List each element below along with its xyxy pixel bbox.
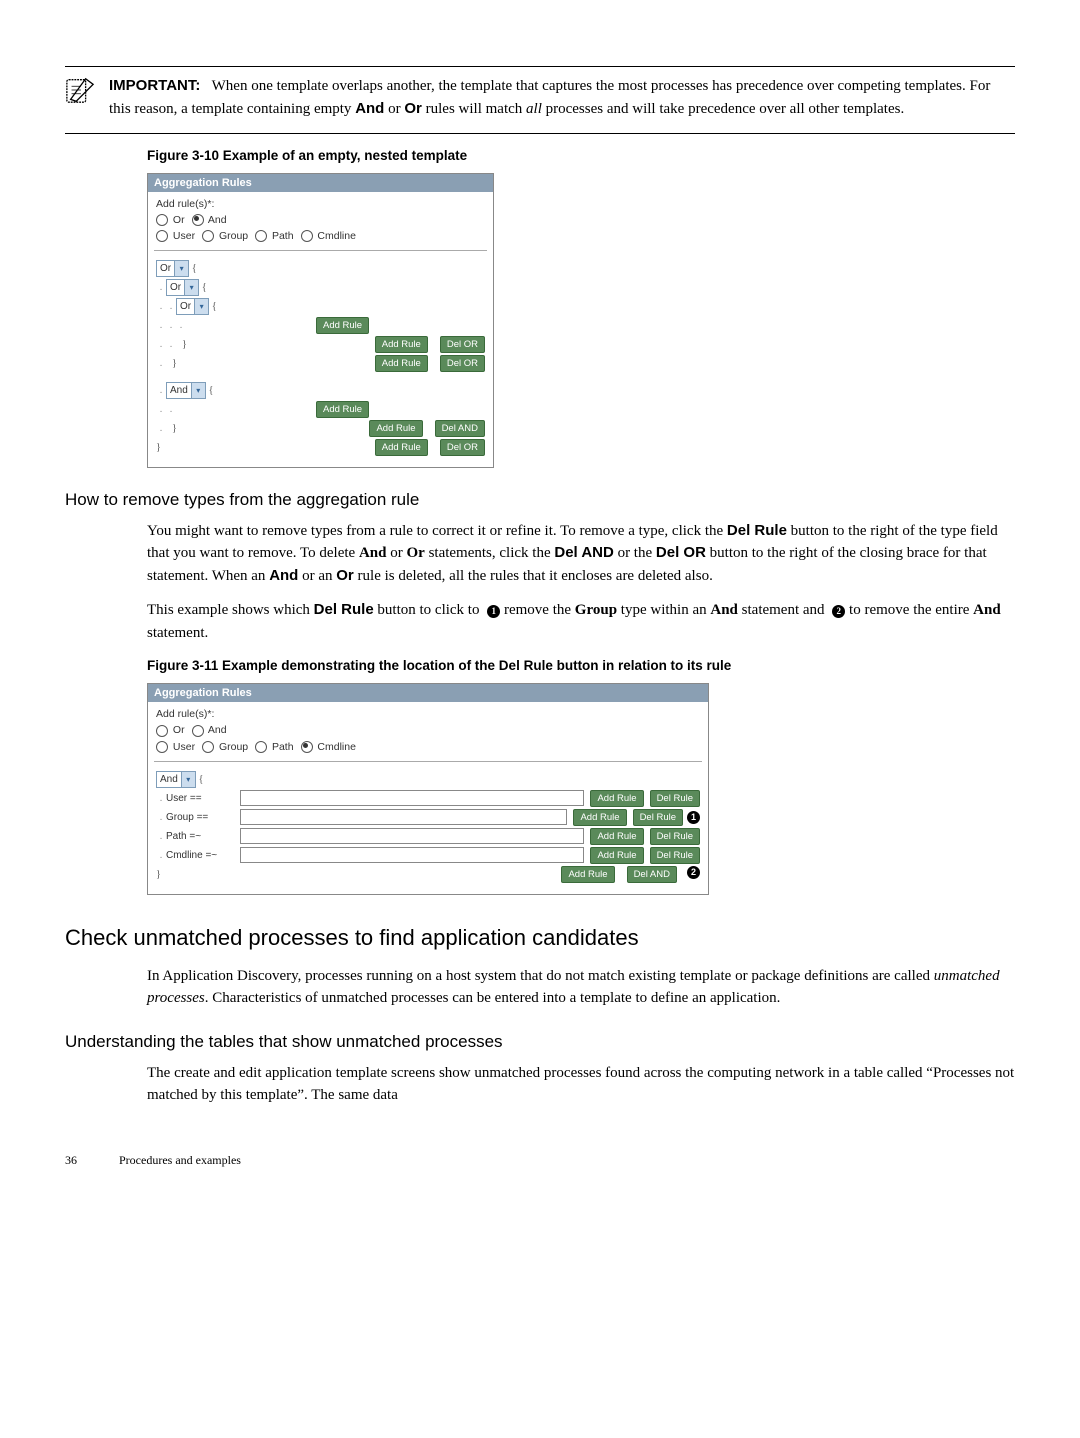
group-input[interactable] — [240, 809, 567, 825]
figure-3-10-panel: Aggregation Rules Add rule(s)*: Or And U… — [147, 173, 494, 468]
radio-group[interactable] — [202, 741, 214, 753]
figure-3-11-panel: Aggregation Rules Add rule(s)*: Or And U… — [147, 683, 709, 894]
important-icon — [65, 75, 95, 110]
add-rule-button[interactable]: Add Rule — [590, 790, 643, 807]
radio-path[interactable] — [255, 230, 267, 242]
del-rule-button[interactable]: Del Rule — [633, 809, 683, 826]
del-or-button[interactable]: Del OR — [440, 336, 485, 353]
select-and[interactable]: And▾ — [166, 382, 206, 399]
para-remove-types-1: You might want to remove types from a ru… — [147, 520, 1015, 588]
add-rules-label: Add rule(s)*: — [156, 198, 485, 210]
del-rule-button[interactable]: Del Rule — [650, 847, 700, 864]
select-or-2[interactable]: Or▾ — [166, 279, 199, 296]
radio-cmdline[interactable] — [301, 230, 313, 242]
del-rule-button[interactable]: Del Rule — [650, 828, 700, 845]
chevron-down-icon[interactable]: ▾ — [194, 299, 208, 314]
del-and-button[interactable]: Del AND — [435, 420, 485, 437]
radio-path[interactable] — [255, 741, 267, 753]
page-number: 36 — [65, 1153, 119, 1168]
chevron-down-icon[interactable]: ▾ — [184, 280, 198, 295]
radio-user[interactable] — [156, 230, 168, 242]
add-rule-button[interactable]: Add Rule — [316, 401, 369, 418]
panel-title: Aggregation Rules — [148, 684, 708, 702]
radio-or[interactable] — [156, 725, 168, 737]
select-or-1[interactable]: Or▾ — [156, 260, 189, 277]
add-rule-button[interactable]: Add Rule — [375, 439, 428, 456]
callout-1-icon: 1 — [487, 605, 500, 618]
cmdline-input[interactable] — [240, 847, 584, 863]
add-rule-button[interactable]: Add Rule — [590, 828, 643, 845]
chevron-down-icon[interactable]: ▾ — [191, 383, 205, 398]
section-heading-understanding-tables: Understanding the tables that show unmat… — [65, 1032, 1015, 1052]
add-rule-button[interactable]: Add Rule — [316, 317, 369, 334]
callout-2-icon: 2 — [687, 866, 700, 879]
panel-title: Aggregation Rules — [148, 174, 493, 192]
radio-or[interactable] — [156, 214, 168, 226]
select-or-3[interactable]: Or▾ — [176, 298, 209, 315]
para-remove-types-2: This example shows which Del Rule button… — [147, 599, 1015, 644]
add-rule-button[interactable]: Add Rule — [375, 336, 428, 353]
del-and-button[interactable]: Del AND — [627, 866, 677, 883]
section-heading-remove-types: How to remove types from the aggregation… — [65, 490, 1015, 510]
radio-and[interactable] — [192, 725, 204, 737]
rule-group-label: Group == — [166, 812, 236, 823]
rule-user-label: User == — [166, 793, 236, 804]
radio-group[interactable] — [202, 230, 214, 242]
para-understanding-tables: The create and edit application template… — [147, 1062, 1015, 1107]
radio-user[interactable] — [156, 741, 168, 753]
add-rule-button[interactable]: Add Rule — [369, 420, 422, 437]
page-footer: 36Procedures and examples — [65, 1153, 1015, 1168]
del-or-button[interactable]: Del OR — [440, 439, 485, 456]
chevron-down-icon[interactable]: ▾ — [174, 261, 188, 276]
add-rule-button[interactable]: Add Rule — [561, 866, 614, 883]
radio-cmdline[interactable] — [301, 741, 313, 753]
chevron-down-icon[interactable]: ▾ — [181, 772, 195, 787]
user-input[interactable] — [240, 790, 584, 806]
add-rules-label: Add rule(s)*: — [156, 708, 700, 720]
callout-2-icon: 2 — [832, 605, 845, 618]
select-and[interactable]: And▾ — [156, 771, 196, 788]
path-input[interactable] — [240, 828, 584, 844]
radio-and[interactable] — [192, 214, 204, 226]
important-text: IMPORTANT: When one template overlaps an… — [109, 75, 1015, 121]
del-or-button[interactable]: Del OR — [440, 355, 485, 372]
add-rule-button[interactable]: Add Rule — [573, 809, 626, 826]
figure-3-10-caption: Figure 3-10 Example of an empty, nested … — [147, 148, 1015, 163]
callout-1-icon: 1 — [687, 811, 700, 824]
para-check-unmatched: In Application Discovery, processes runn… — [147, 965, 1015, 1010]
section-heading-check-unmatched: Check unmatched processes to find applic… — [65, 925, 1015, 951]
rule-cmdline-label: Cmdline =~ — [166, 850, 236, 861]
del-rule-button[interactable]: Del Rule — [650, 790, 700, 807]
rule-path-label: Path =~ — [166, 831, 236, 842]
add-rule-button[interactable]: Add Rule — [375, 355, 428, 372]
add-rule-button[interactable]: Add Rule — [590, 847, 643, 864]
chapter-title: Procedures and examples — [119, 1153, 241, 1167]
figure-3-11-caption: Figure 3-11 Example demonstrating the lo… — [147, 658, 1015, 673]
